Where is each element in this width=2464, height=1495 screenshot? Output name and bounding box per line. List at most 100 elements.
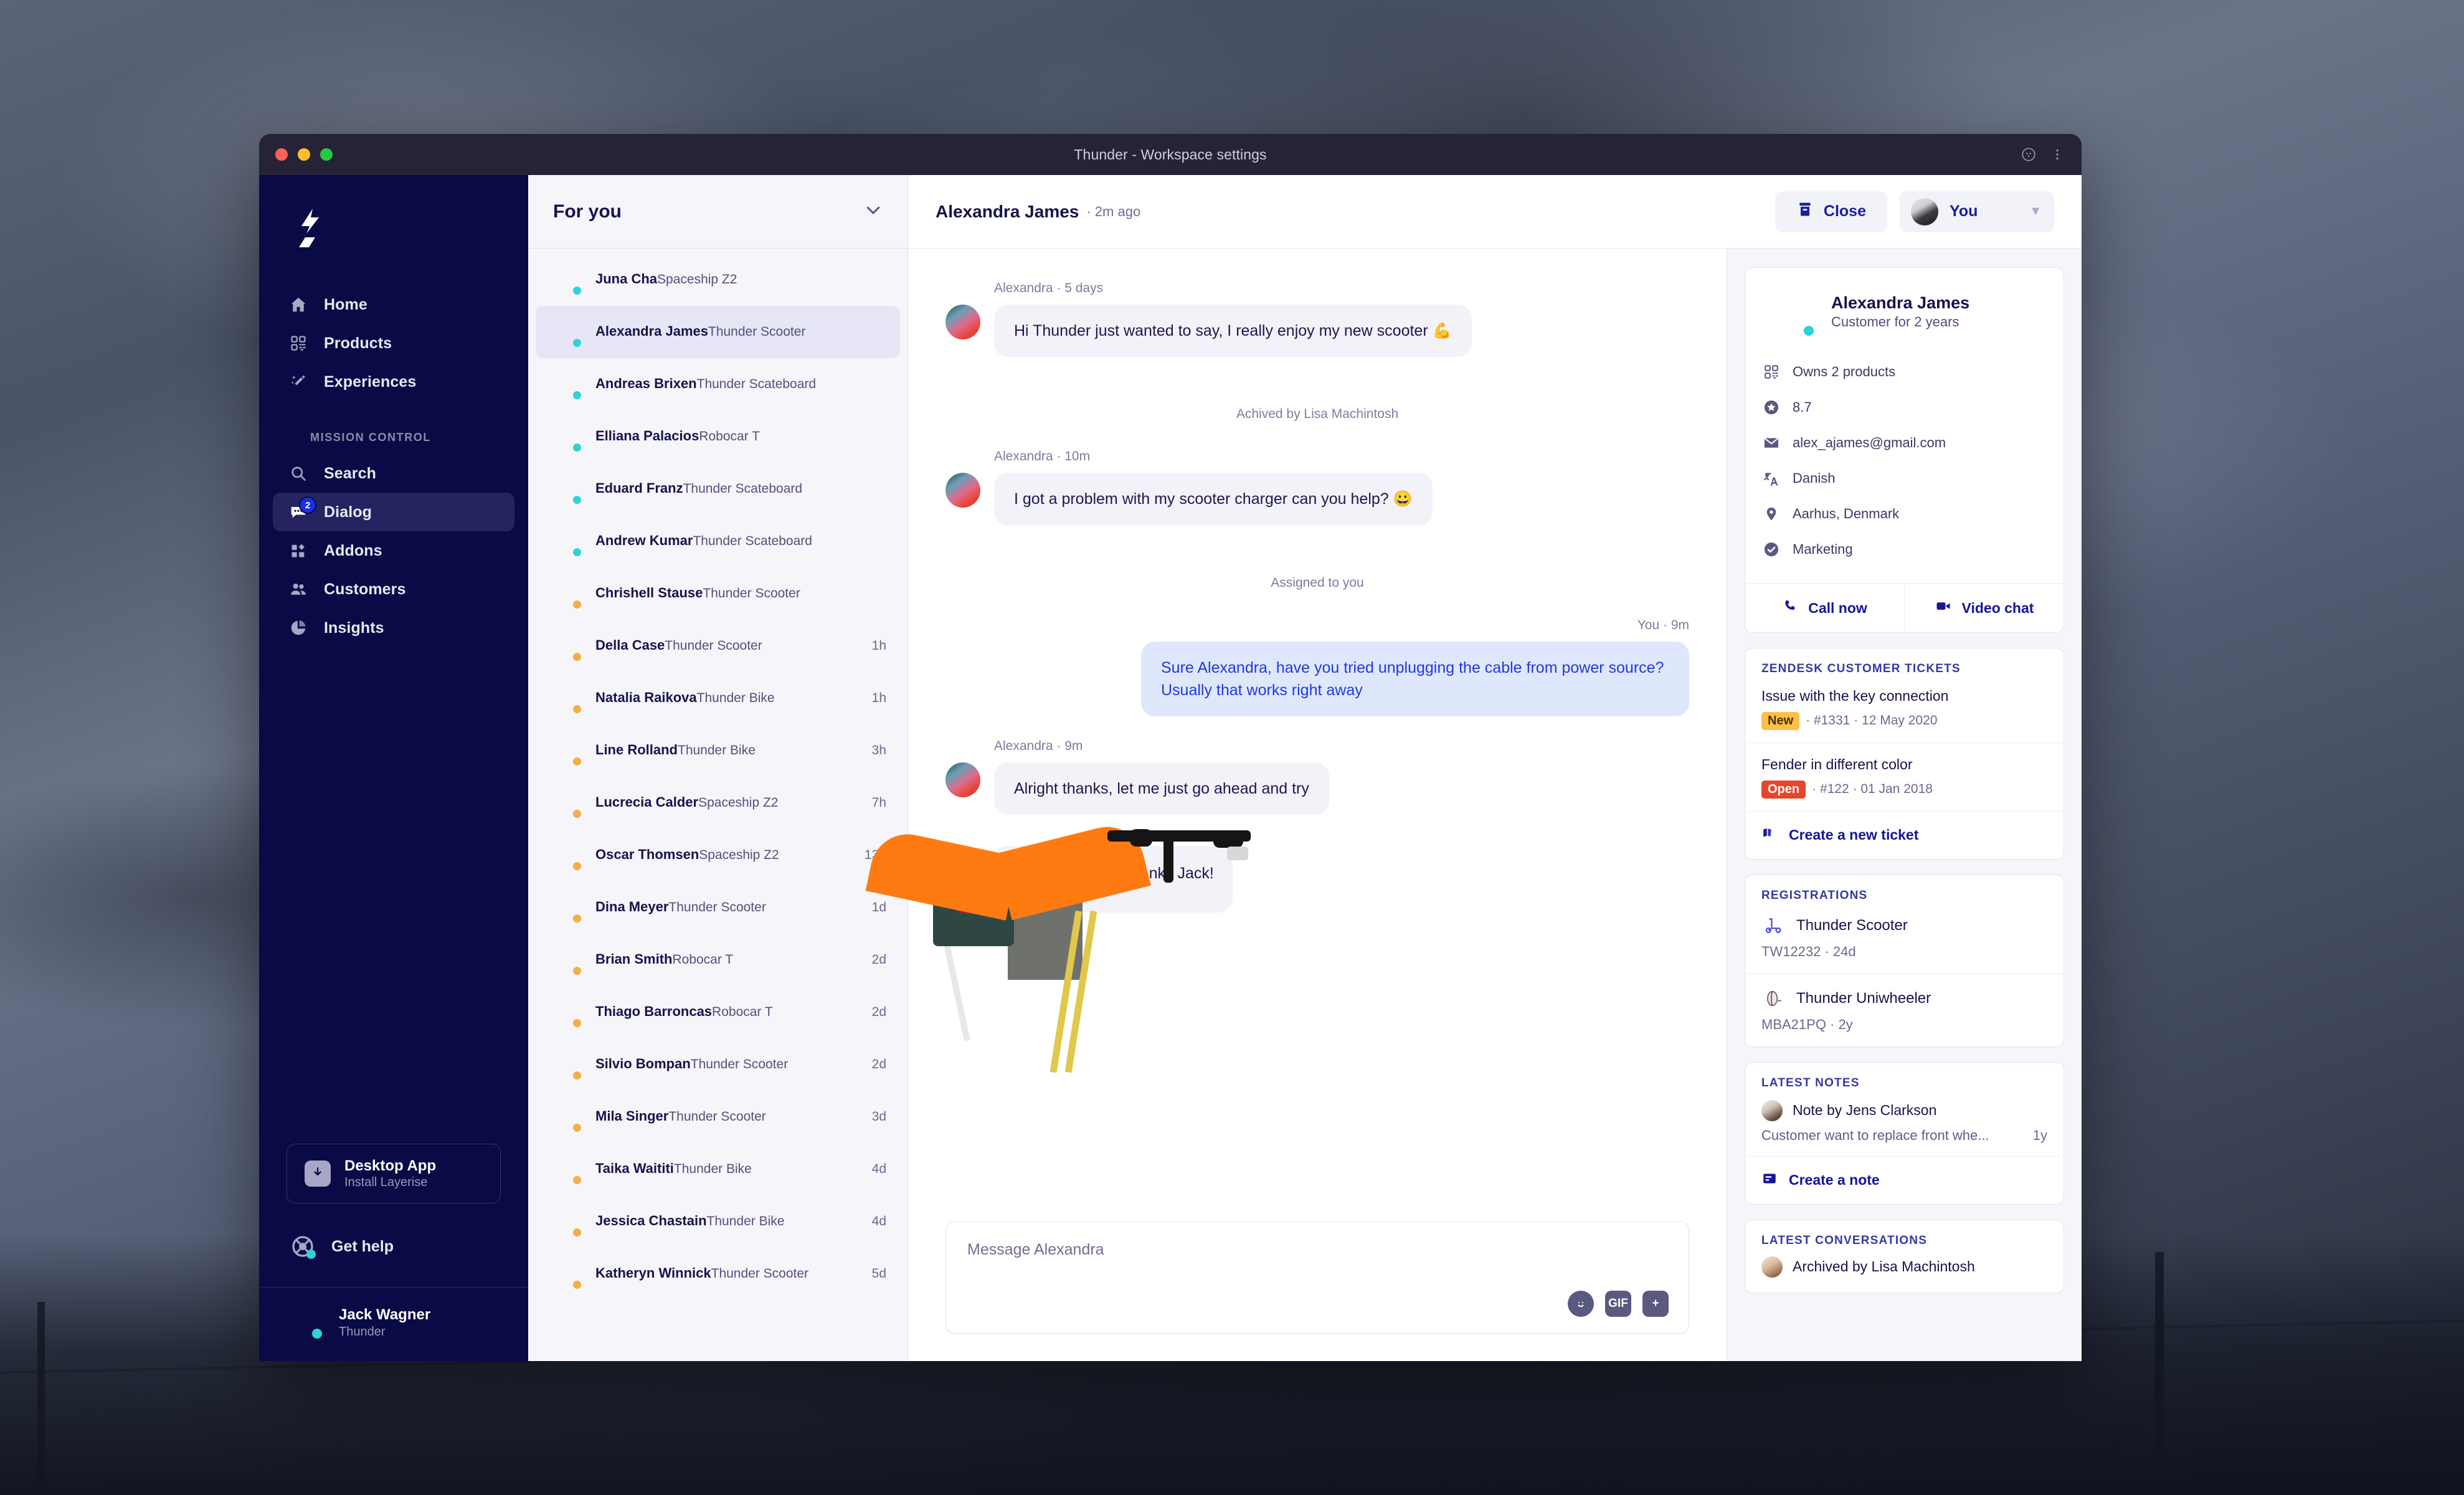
sidebar-item-label: Home — [324, 296, 367, 314]
customer-card: Alexandra James Customer for 2 years Own… — [1745, 267, 2064, 633]
avatar — [549, 577, 582, 610]
list-item[interactable]: Alexandra JamesThunder Scooter — [536, 306, 900, 358]
sidebar-item-customers[interactable]: Customers — [273, 570, 514, 609]
desktop-app-subtitle: Install Layerise — [344, 1175, 436, 1190]
user-status-dot — [312, 1329, 322, 1339]
list-item[interactable]: Natalia RaikovaThunder Bike1h — [536, 672, 900, 724]
list-item-product: Thunder Scooter — [711, 1266, 808, 1281]
emoji-icon[interactable] — [1568, 1291, 1594, 1317]
sidebar-item-get-help[interactable]: Get help — [273, 1227, 514, 1266]
list-item[interactable]: Andrew KumarThunder Scateboard — [536, 515, 900, 567]
avatar — [945, 473, 980, 508]
video-chat-button[interactable]: Video chat — [1904, 584, 2064, 632]
list-item[interactable]: Eduard FranzThunder Scateboard — [536, 463, 900, 515]
avatar — [549, 316, 582, 348]
sidebar-item-addons[interactable]: Addons — [273, 531, 514, 570]
message-bubble: Sure Alexandra, have you tried unpluggin… — [1141, 642, 1689, 717]
call-now-button[interactable]: Call now — [1745, 584, 1904, 632]
list-item[interactable]: Dina MeyerThunder Scooter1d — [536, 881, 900, 934]
sidebar-item-home[interactable]: Home — [273, 285, 514, 324]
avatar — [549, 368, 582, 401]
list-item-name: Silvio Bompan — [595, 1056, 691, 1071]
list-item[interactable]: Andreas BrixenThunder Scateboard — [536, 358, 900, 411]
registration-item[interactable]: Thunder ScooterTW12232 · 24d — [1745, 910, 2064, 974]
note-body: Customer want to replace front whe... — [1761, 1127, 1989, 1144]
conversation-history-item[interactable]: Archived by Lisa Machintosh — [1745, 1255, 2064, 1293]
tickets-card-title: ZENDESK CUSTOMER TICKETS — [1745, 648, 2064, 683]
list-item[interactable]: Oscar ThomsenSpaceship Z213h — [536, 829, 900, 881]
sidebar-item-dialog[interactable]: 2 Dialog — [273, 493, 514, 531]
list-item[interactable]: Elliana PalaciosRobocar T — [536, 411, 900, 463]
list-item[interactable]: Taika WaititiThunder Bike4d — [536, 1143, 900, 1195]
ticket-meta: · #1331 · 12 May 2020 — [1806, 713, 1937, 728]
sidebar-item-search[interactable]: Search — [273, 454, 514, 493]
list-item-name: Alexandra James — [595, 323, 708, 339]
list-item[interactable]: Line RollandThunder Bike3h — [536, 724, 900, 777]
list-item[interactable]: Della CaseThunder Scooter1h — [536, 620, 900, 672]
customer-detail-value: Aarhus, Denmark — [1793, 506, 1899, 522]
note-item[interactable]: Note by Jens Clarkson Customer want to r… — [1745, 1098, 2064, 1156]
list-item[interactable]: Silvio BompanThunder Scooter 2d — [536, 1038, 900, 1091]
ticket-title: Fender in different color — [1761, 756, 2047, 774]
create-note-button[interactable]: Create a note — [1745, 1156, 2064, 1204]
message-composer[interactable]: Message Alexandra GIF + — [945, 1222, 1689, 1334]
list-item-product: Spaceship Z2 — [657, 272, 737, 287]
list-item[interactable]: Brian SmithRobocar T2d — [536, 934, 900, 986]
sidebar-item-label: Addons — [324, 542, 382, 560]
sidebar-item-products[interactable]: Products — [273, 324, 514, 363]
addons-grid-icon — [289, 541, 308, 560]
note-author: Note by Jens Clarkson — [1793, 1102, 1936, 1119]
sidebar-user-profile[interactable]: Jack Wagner Thunder — [259, 1288, 528, 1361]
list-item[interactable]: Chrishell StauseThunder Scooter — [536, 567, 900, 620]
presence-dot — [572, 1279, 582, 1290]
list-item-name: Della Case — [595, 637, 665, 653]
list-item-product: Thunder Scooter — [665, 638, 762, 653]
customer-detail-value: 8.7 — [1793, 399, 1812, 415]
sidebar-item-insights[interactable]: Insights — [273, 609, 514, 647]
ticket-item[interactable]: Issue with the key connectionNew· #1331 … — [1745, 683, 2064, 743]
list-item-meta: 2d — [872, 1057, 886, 1072]
tickets-card: ZENDESK CUSTOMER TICKETS Issue with the … — [1745, 648, 2064, 860]
list-item-product: Thunder Scooter — [691, 1057, 788, 1071]
list-item-name: Taika Waititi — [595, 1160, 674, 1176]
assignee-dropdown[interactable]: You ▼ — [1900, 191, 2054, 232]
gif-icon[interactable]: GIF — [1605, 1291, 1631, 1317]
conversation-history-text: Archived by Lisa Machintosh — [1793, 1258, 1975, 1275]
notes-card-title: LATEST NOTES — [1745, 1063, 2064, 1098]
note-age: 1y — [2033, 1127, 2047, 1144]
presence-dot — [572, 1018, 582, 1028]
sidebar-item-experiences[interactable]: Experiences — [273, 363, 514, 401]
list-item-meta: 5d — [872, 1266, 886, 1281]
list-item[interactable]: Lucrecia CalderSpaceship Z27h — [536, 777, 900, 829]
list-item-product: Thunder Scateboard — [683, 482, 802, 496]
presence-dot — [572, 338, 582, 348]
conversations-card-title: LATEST CONVERSATIONS — [1745, 1220, 2064, 1255]
plus-icon[interactable]: + — [1642, 1291, 1669, 1317]
conversation-items[interactable]: Juna ChaSpaceship Z2Alexandra JamesThund… — [528, 249, 907, 1361]
list-item[interactable]: Mila SingerThunder Scooter3d — [536, 1091, 900, 1143]
presence-dot — [572, 652, 582, 662]
registration-meta: MBA21PQ · 2y — [1761, 1017, 2047, 1033]
ticket-item[interactable]: Fender in different colorOpen· #122 · 01… — [1745, 743, 2064, 811]
people-icon — [289, 580, 308, 599]
list-item[interactable]: Juna ChaSpaceship Z2 — [536, 254, 900, 306]
presence-dot — [572, 756, 582, 767]
desktop-app-promo[interactable]: Desktop App Install Layerise — [287, 1144, 501, 1203]
system-message: Achived by Lisa Machintosh — [945, 407, 1689, 422]
list-item-name: Chrishell Stause — [595, 585, 703, 600]
list-item-product: Thunder Bike — [678, 743, 756, 757]
window-titlebar: Thunder - Workspace settings — [259, 134, 2082, 175]
close-conversation-button[interactable]: Close — [1775, 191, 1887, 232]
list-item[interactable]: Jessica ChastainThunder Bike4d — [536, 1195, 900, 1248]
conversation-list-header[interactable]: For you — [528, 175, 907, 249]
download-icon — [305, 1160, 331, 1187]
chevron-down-icon[interactable] — [864, 201, 883, 222]
list-item[interactable]: Thiago BarroncasRobocar T2d — [536, 986, 900, 1038]
list-item[interactable]: Katheryn WinnickThunder Scooter5d — [536, 1248, 900, 1300]
star-badge-icon — [1763, 399, 1780, 416]
list-item-product: Thunder Scooter — [668, 900, 765, 914]
sidebar-section-label: MISSION CONTROL — [310, 431, 528, 444]
qr-code-icon — [289, 334, 308, 353]
registration-item[interactable]: Thunder UniwheelerMBA21PQ · 2y — [1745, 974, 2064, 1046]
create-ticket-button[interactable]: Create a new ticket — [1745, 811, 2064, 859]
